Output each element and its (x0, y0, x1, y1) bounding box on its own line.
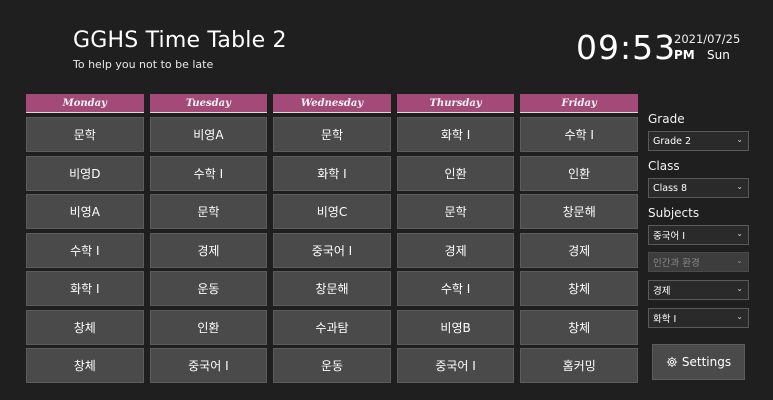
class-cell[interactable]: 수학 I (149, 155, 268, 191)
class-cell[interactable]: 수학 I (520, 117, 638, 152)
chevron-down-icon: ⌄ (736, 312, 743, 321)
subject-select-value: 중국어 I (653, 231, 686, 242)
clock-weekday: Sun (707, 48, 730, 62)
class-select[interactable]: Class 8 ⌄ (648, 178, 749, 198)
settings-button[interactable]: Settings (652, 344, 745, 380)
subject-select-3[interactable]: 경제 ⌄ (648, 280, 749, 300)
period-row: 수학 I 경제 중국어 I 경제 경제 (26, 232, 638, 268)
class-cell[interactable]: 수학 I (396, 271, 515, 306)
gear-icon (666, 356, 678, 368)
class-cell[interactable]: 비영D (26, 155, 144, 191)
class-cell[interactable]: 비영A (26, 194, 144, 229)
app-title: GGHS Time Table 2 (73, 28, 287, 53)
class-cell[interactable]: 창문해 (520, 194, 638, 229)
class-cell[interactable]: 인환 (149, 309, 268, 345)
day-header-monday: Monday (26, 94, 144, 113)
class-cell[interactable]: 운동 (273, 348, 391, 383)
grade-select[interactable]: Grade 2 ⌄ (648, 131, 749, 151)
grade-label: Grade (648, 112, 685, 126)
class-cell[interactable]: 중국어 I (273, 232, 391, 268)
class-cell[interactable]: 문학 (273, 117, 391, 152)
chevron-down-icon: ⌄ (736, 182, 743, 191)
class-cell[interactable]: 창문해 (273, 271, 391, 306)
day-header-thursday: Thursday (396, 94, 515, 113)
chevron-down-icon: ⌄ (736, 284, 743, 293)
subject-select-2: 인간과 환경 ⌄ (648, 252, 749, 272)
chevron-down-icon: ⌄ (736, 256, 743, 265)
period-row: 문학 비영A 문학 화학 I 수학 I (26, 117, 638, 152)
period-row: 화학 I 운동 창문해 수학 I 창체 (26, 271, 638, 306)
class-cell[interactable]: 창체 (520, 271, 638, 306)
class-cell[interactable]: 창체 (26, 348, 144, 383)
class-cell[interactable]: 경제 (520, 232, 638, 268)
period-row: 창체 중국어 I 운동 중국어 I 홈커밍 (26, 348, 638, 383)
class-cell[interactable]: 경제 (396, 232, 515, 268)
day-header-friday: Friday (520, 94, 638, 113)
class-cell[interactable]: 화학 I (396, 117, 515, 152)
period-row: 창체 인환 수과탐 비영B 창체 (26, 309, 638, 345)
app-window: GGHS Time Table 2 To help you not to be … (0, 0, 773, 400)
class-cell[interactable]: 운동 (149, 271, 268, 306)
class-cell[interactable]: 창체 (26, 309, 144, 345)
class-cell[interactable]: 화학 I (26, 271, 144, 306)
class-cell[interactable]: 문학 (149, 194, 268, 229)
subject-select-1[interactable]: 중국어 I ⌄ (648, 225, 749, 245)
subject-select-value: 화학 I (653, 314, 677, 325)
class-cell[interactable]: 화학 I (273, 155, 391, 191)
class-cell[interactable]: 경제 (149, 232, 268, 268)
clock-ampm: PM (674, 48, 695, 62)
settings-label: Settings (681, 355, 732, 369)
subject-select-value: 인간과 환경 (653, 258, 700, 269)
class-cell[interactable]: 비영B (396, 309, 515, 345)
subject-select-4[interactable]: 화학 I ⌄ (648, 308, 749, 328)
class-cell[interactable]: 문학 (26, 117, 144, 152)
class-cell[interactable]: 수학 I (26, 232, 144, 268)
chevron-down-icon: ⌄ (736, 135, 743, 144)
clock-date: 2021/07/25 (674, 32, 741, 46)
timetable-grid: Monday Tuesday Wednesday Thursday Friday… (26, 94, 638, 383)
class-cell[interactable]: 수과탐 (273, 309, 391, 345)
timetable-rows: 문학 비영A 문학 화학 I 수학 I 비영D 수학 I 화학 I 인환 인환 … (26, 117, 638, 383)
period-row: 비영D 수학 I 화학 I 인환 인환 (26, 155, 638, 191)
day-headers: Monday Tuesday Wednesday Thursday Friday (26, 94, 638, 113)
class-cell[interactable]: 중국어 I (396, 348, 515, 383)
class-cell[interactable]: 인환 (396, 155, 515, 191)
period-row: 비영A 문학 비영C 문학 창문해 (26, 194, 638, 229)
subjects-label: Subjects (648, 206, 700, 220)
class-select-value: Class 8 (653, 182, 688, 194)
app-subtitle: To help you not to be late (73, 58, 214, 71)
class-cell[interactable]: 문학 (396, 194, 515, 229)
class-cell[interactable]: 비영A (149, 117, 268, 152)
subject-select-value: 경제 (653, 286, 671, 297)
class-label: Class (648, 159, 680, 173)
day-header-tuesday: Tuesday (149, 94, 268, 113)
chevron-down-icon: ⌄ (736, 229, 743, 238)
class-cell[interactable]: 인환 (520, 155, 638, 191)
class-cell[interactable]: 홈커밍 (520, 348, 638, 383)
grade-select-value: Grade 2 (653, 135, 692, 147)
clock-time: 09:53 (576, 28, 677, 67)
class-cell[interactable]: 창체 (520, 309, 638, 345)
day-header-wednesday: Wednesday (273, 94, 391, 113)
class-cell[interactable]: 비영C (273, 194, 391, 229)
class-cell[interactable]: 중국어 I (149, 348, 268, 383)
